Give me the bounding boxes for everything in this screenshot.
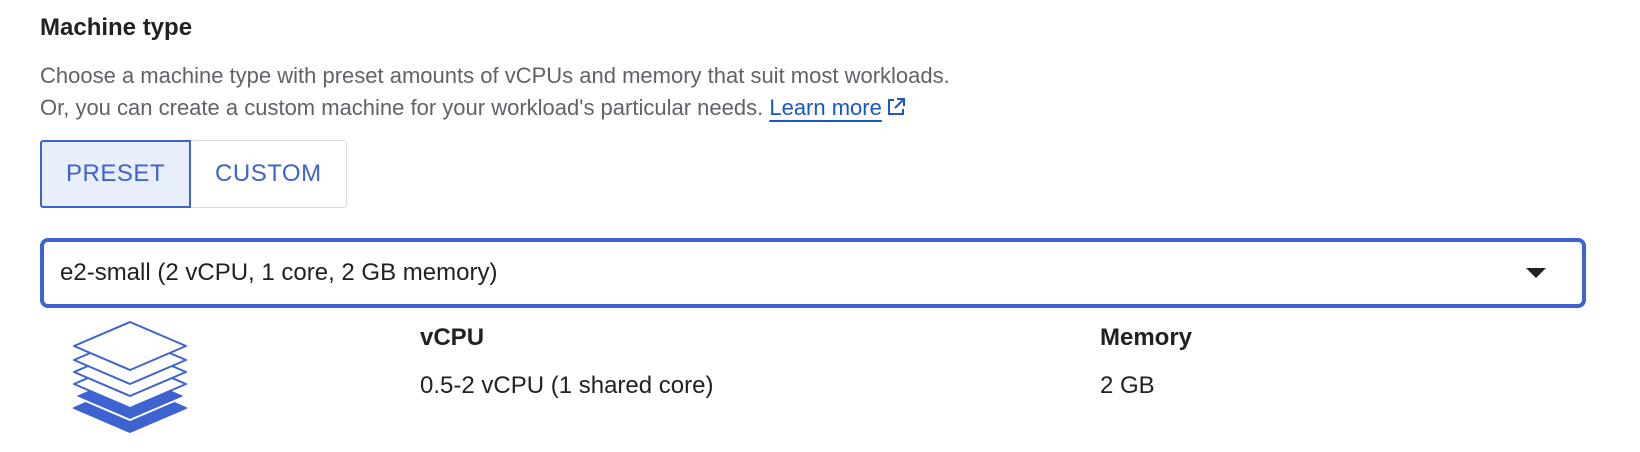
- learn-more-link[interactable]: Learn more: [769, 95, 882, 120]
- memory-label: Memory: [1100, 324, 1193, 351]
- section-description: Choose a machine type with preset amount…: [40, 60, 950, 124]
- machine-type-select[interactable]: e2-small (2 vCPU, 1 core, 2 GB memory): [40, 238, 1586, 308]
- learn-more-label: Learn more: [769, 95, 882, 120]
- external-link-icon[interactable]: [886, 94, 906, 115]
- machine-type-selected-value: e2-small (2 vCPU, 1 core, 2 GB memory): [60, 259, 498, 286]
- custom-button[interactable]: CUSTOM: [191, 140, 347, 208]
- section-title: Machine type: [40, 14, 193, 41]
- description-line-2-text: Or, you can create a custom machine for …: [40, 95, 764, 120]
- description-line-1: Choose a machine type with preset amount…: [40, 63, 950, 88]
- preset-button[interactable]: PRESET: [40, 140, 192, 208]
- memory-value: 2 GB: [1100, 372, 1155, 399]
- machine-config-toggle: PRESET CUSTOM: [40, 140, 347, 208]
- memory-spec: Memory 2 GB: [1100, 322, 1192, 402]
- caret-down-icon[interactable]: [1526, 268, 1546, 278]
- description-line-2: Or, you can create a custom machine for …: [40, 92, 950, 124]
- vcpu-label: vCPU: [420, 324, 485, 351]
- vcpu-value: 0.5-2 vCPU (1 shared core): [420, 372, 714, 399]
- vcpu-spec: vCPU 0.5-2 vCPU (1 shared core): [420, 322, 713, 402]
- stacked-layers-icon: [72, 320, 188, 440]
